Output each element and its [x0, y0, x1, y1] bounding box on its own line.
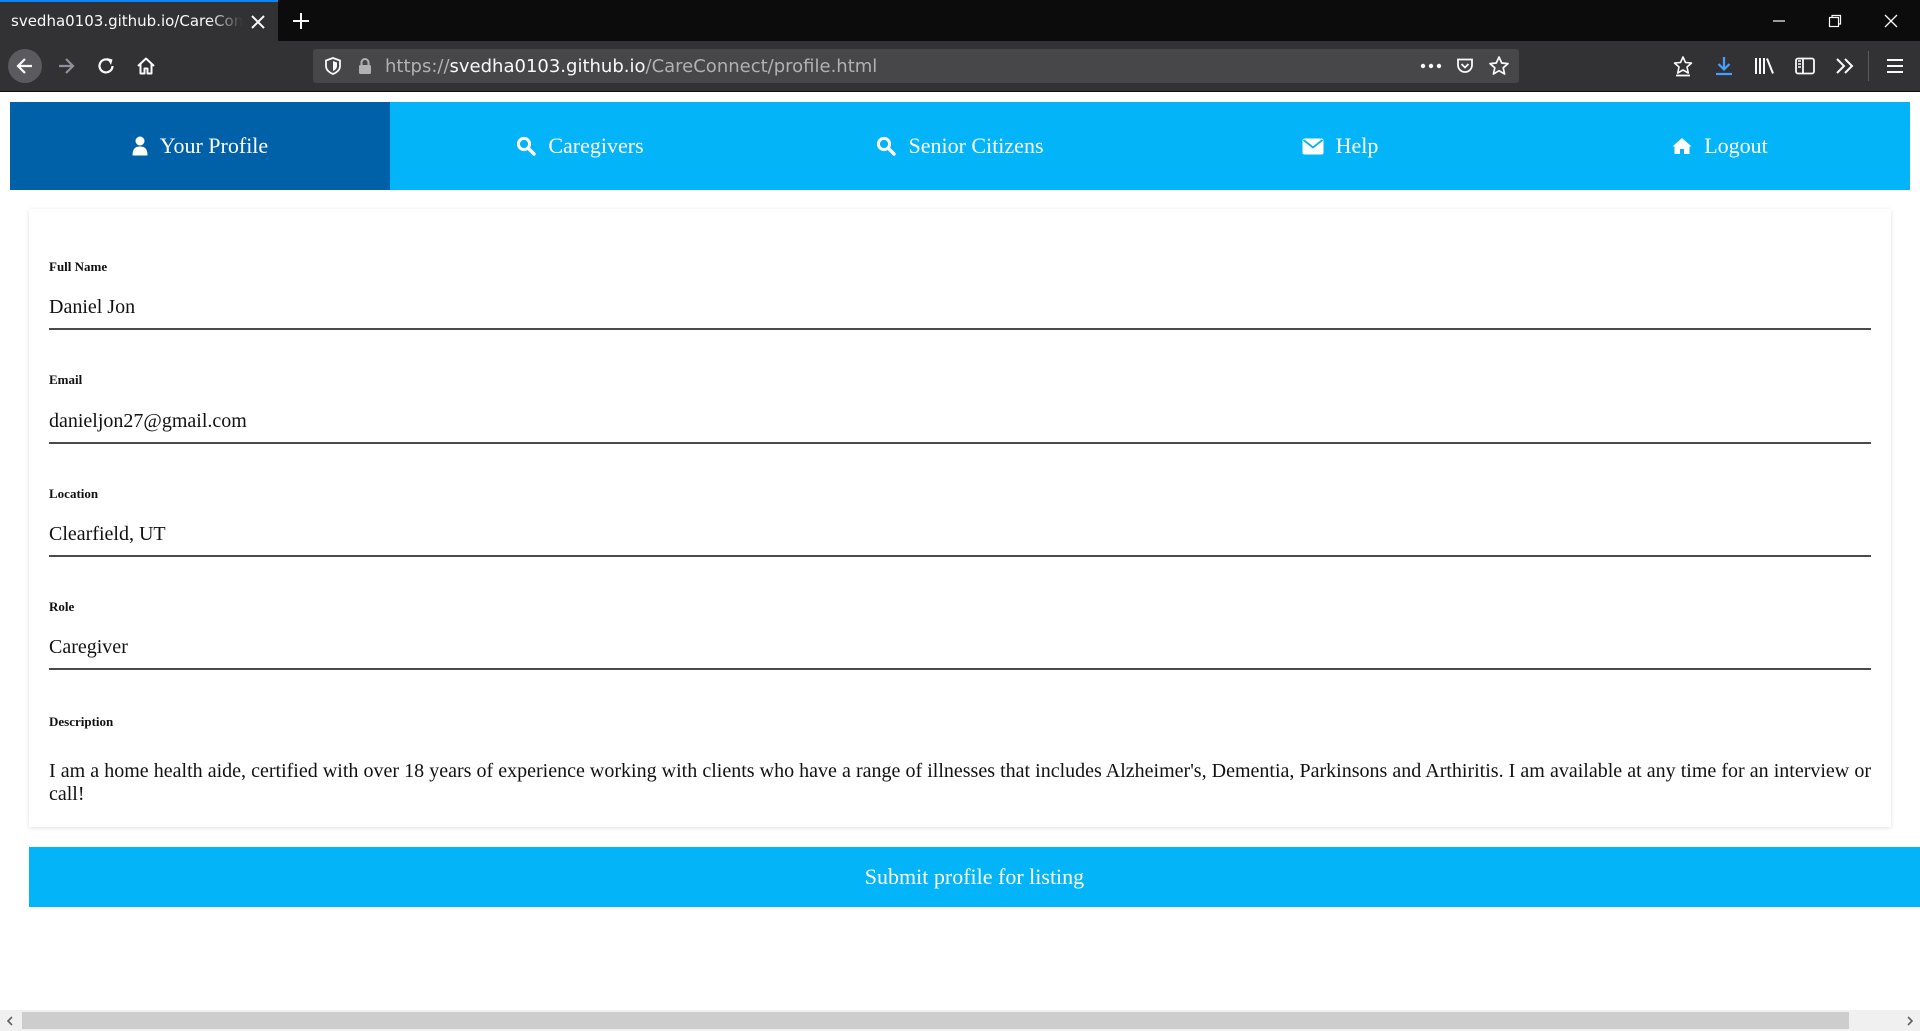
url-text[interactable]: https://svedha0103.github.io/CareConnect… [385, 56, 877, 77]
tracking-shield-icon[interactable] [321, 54, 345, 78]
tab-close-icon[interactable] [248, 12, 268, 32]
envelope-icon [1302, 138, 1324, 155]
full-name-label: Full Name [49, 259, 108, 274]
home-icon [1672, 137, 1692, 155]
nav-label: Help [1335, 133, 1379, 158]
description-label: Description [49, 714, 114, 729]
home-icon[interactable] [129, 49, 163, 83]
reading-list-icon[interactable] [1668, 51, 1698, 81]
submit-profile-button[interactable]: Submit profile for listing [29, 847, 1920, 907]
url-host: svedha0103.github.io [449, 56, 646, 77]
toolbar-separator [1868, 51, 1869, 81]
nav-logout[interactable]: Logout [1530, 102, 1910, 190]
full-name-input[interactable] [49, 286, 1871, 330]
horizontal-scrollbar[interactable] [0, 1010, 1920, 1031]
location-input[interactable] [49, 513, 1871, 557]
main-nav: Your Profile Caregivers Senior Citizens … [10, 102, 1910, 190]
role-label: Role [49, 599, 75, 614]
bookmark-star-icon[interactable] [1487, 54, 1511, 78]
scroll-left-arrow-icon[interactable] [0, 1010, 20, 1031]
more-actions-icon[interactable] [1419, 54, 1443, 78]
profile-form-card: Full Name Email Location Role Descriptio… [29, 209, 1891, 827]
pocket-icon[interactable] [1453, 54, 1477, 78]
restore-icon[interactable] [1807, 0, 1863, 41]
nav-your-profile[interactable]: Your Profile [10, 102, 390, 190]
nav-help[interactable]: Help [1150, 102, 1530, 190]
lock-icon[interactable] [353, 54, 377, 78]
scroll-right-arrow-icon[interactable] [1900, 1010, 1920, 1031]
location-label: Location [49, 486, 99, 501]
url-scheme: https:// [385, 56, 450, 77]
browser-tab-bar: svedha0103.github.io/CareConnect/profile… [0, 0, 1920, 41]
minimize-icon[interactable] [1751, 0, 1807, 41]
search-icon [876, 136, 897, 156]
nav-label: Senior Citizens [908, 133, 1044, 158]
url-path: /CareConnect/profile.html [645, 56, 878, 77]
viewport-border [0, 91, 1920, 92]
overflow-chevron-icon[interactable] [1830, 51, 1860, 81]
scrollbar-thumb[interactable] [22, 1012, 1849, 1029]
url-bar[interactable]: https://svedha0103.github.io/CareConnect… [313, 49, 1519, 83]
nav-label: Your Profile [159, 133, 269, 158]
email-label: Email [49, 372, 83, 387]
role-input[interactable] [49, 626, 1871, 670]
nav-label: Caregivers [548, 133, 644, 158]
downloads-icon[interactable] [1709, 51, 1739, 81]
hamburger-menu-icon[interactable] [1880, 51, 1910, 81]
nav-label: Logout [1704, 133, 1768, 158]
nav-senior-citizens[interactable]: Senior Citizens [770, 102, 1150, 190]
library-icon[interactable] [1750, 51, 1780, 81]
tab-title: svedha0103.github.io/CareConnect/profile… [11, 12, 243, 30]
sidebar-icon[interactable] [1790, 51, 1820, 81]
search-icon [516, 136, 537, 156]
description-text[interactable]: I am a home health aide, certified with … [49, 760, 1871, 806]
user-icon [132, 136, 148, 156]
browser-toolbar: https://svedha0103.github.io/CareConnect… [0, 41, 1920, 91]
browser-tab[interactable]: svedha0103.github.io/CareConnect/profile… [0, 0, 278, 41]
nav-caregivers[interactable]: Caregivers [390, 102, 770, 190]
forward-arrow-icon[interactable] [49, 49, 83, 83]
new-tab-icon[interactable] [289, 9, 313, 33]
reload-icon[interactable] [89, 49, 123, 83]
back-arrow-icon[interactable] [8, 49, 42, 83]
email-input[interactable] [49, 400, 1871, 444]
close-window-icon[interactable] [1863, 0, 1919, 41]
